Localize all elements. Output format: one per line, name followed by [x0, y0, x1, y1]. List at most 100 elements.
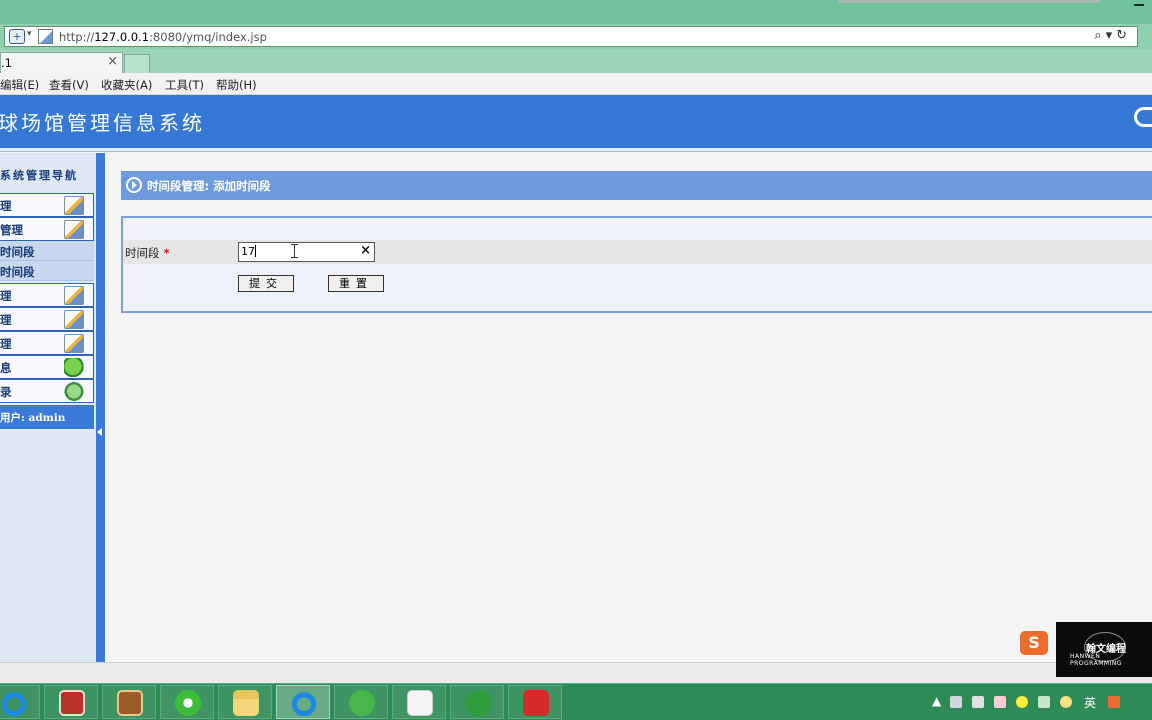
new-tab-button[interactable]	[124, 54, 150, 73]
edit-icon	[64, 286, 84, 305]
green-circle-icon	[349, 690, 375, 716]
tray-plus-icon[interactable]	[1016, 696, 1028, 708]
menu-help[interactable]: 帮助(H)	[216, 77, 257, 93]
menu-favorites[interactable]: 收藏夹(A)	[101, 77, 152, 93]
input-method-icon[interactable]: S	[1020, 631, 1048, 655]
taskbar-app-red-book[interactable]	[44, 685, 98, 719]
network-icon[interactable]	[1038, 696, 1050, 708]
taskbar-java[interactable]	[392, 685, 446, 719]
java-icon	[407, 690, 433, 716]
ie-icon	[1, 690, 27, 716]
book-red-icon	[59, 690, 85, 716]
sidebar-item-4[interactable]: 理	[0, 307, 94, 331]
sidebar-heading: 系统管理导航	[0, 169, 78, 182]
sidebar-item-label: 理	[0, 337, 12, 351]
book-brown-icon	[117, 690, 143, 716]
paw-icon	[465, 690, 491, 716]
web-page: 球场馆管理信息系统 系统管理导航 理 管理 时间段 时间段 理 理 理 息 录 …	[0, 95, 1152, 683]
browser-green-icon	[175, 690, 201, 716]
system-tray: ▲ 英	[922, 684, 1152, 720]
sidebar-item-2[interactable]: 管理	[0, 217, 94, 241]
taskbar-app-cow[interactable]	[508, 685, 562, 719]
edit-icon	[64, 196, 84, 215]
sidebar-subitem-1[interactable]: 时间段	[0, 241, 94, 261]
sidebar: 系统管理导航 理 管理 时间段 时间段 理 理 理 息 录 用户: admin	[0, 153, 96, 665]
sidebar-subitem-2[interactable]: 时间段	[0, 261, 94, 281]
logo-icon	[1134, 107, 1152, 127]
sogou-icon[interactable]	[1108, 696, 1120, 708]
sidebar-splitter[interactable]	[96, 153, 105, 665]
url-text[interactable]: http://127.0.0.1:8080/ymq/index.jsp	[59, 29, 267, 45]
menu-edit[interactable]: 编辑(E)	[0, 77, 39, 93]
timeslot-value: 17	[241, 245, 255, 258]
sidebar-item-3[interactable]: 理	[0, 283, 94, 307]
clear-icon[interactable]: ×	[360, 242, 371, 260]
reset-button[interactable]: 重置	[328, 275, 384, 292]
close-icon[interactable]: ×	[107, 54, 118, 69]
status-bar	[0, 662, 1152, 683]
banner-divider	[0, 148, 1152, 152]
taskbar-app-paw[interactable]	[450, 685, 504, 719]
cow-icon	[523, 690, 549, 716]
breadcrumb: 时间段管理: 添加时间段	[121, 171, 1152, 200]
submit-button[interactable]: 提交	[238, 275, 294, 292]
watermark-subtitle: HANWEN PROGRAMMING	[1070, 653, 1122, 667]
app-title: 球场馆管理信息系统	[0, 111, 205, 135]
shield-icon[interactable]: +	[9, 29, 25, 44]
url-field[interactable]: + ▾ http://127.0.0.1:8080/ymq/index.jsp …	[4, 26, 1138, 47]
menu-view[interactable]: 查看(V)	[49, 77, 89, 93]
taskbar-app-green-browser[interactable]	[160, 685, 214, 719]
form-row-timeslot: 时间段 * 17 ×	[123, 240, 1152, 264]
tray-app-icon[interactable]	[950, 696, 962, 708]
sidebar-item-label: 理	[0, 289, 12, 303]
sidebar-item-7[interactable]: 录	[0, 379, 94, 403]
timeslot-label: 时间段 *	[125, 246, 170, 260]
taskbar-explorer[interactable]	[218, 685, 272, 719]
window-titlebar	[0, 0, 1152, 24]
page-icon	[38, 29, 53, 44]
taskbar: ▲ 英	[0, 683, 1152, 720]
sidebar-subitem-label: 时间段	[0, 265, 35, 279]
menu-tools[interactable]: 工具(T)	[165, 77, 204, 93]
sidebar-item-5[interactable]: 理	[0, 331, 94, 355]
edit-icon	[64, 334, 84, 353]
sidebar-item-label: 理	[0, 199, 12, 213]
text-cursor-icon	[291, 244, 298, 258]
sidebar-item-1[interactable]: 理	[0, 193, 94, 217]
sidebar-item-6[interactable]: 息	[0, 355, 94, 379]
app-banner: 球场馆管理信息系统	[0, 95, 1152, 148]
user-label: 用户: admin	[0, 412, 66, 424]
taskbar-ie-active[interactable]	[276, 685, 330, 719]
sidebar-subitem-label: 时间段	[0, 245, 35, 259]
timeslot-input[interactable]: 17 ×	[238, 242, 375, 262]
input-language[interactable]: 英	[1084, 694, 1096, 711]
tab-title: .1	[1, 56, 12, 70]
tab-active[interactable]: .1 ×	[0, 52, 123, 73]
edit-icon	[64, 220, 84, 239]
folder-icon	[233, 690, 259, 716]
edit-icon	[64, 310, 84, 329]
tab-row: .1 ×	[0, 49, 1152, 73]
address-bar: + ▾ http://127.0.0.1:8080/ymq/index.jsp …	[0, 24, 1152, 49]
tray-app-icon[interactable]	[972, 696, 984, 708]
minimize-icon[interactable]	[1134, 4, 1144, 6]
sidebar-item-label: 息	[0, 361, 12, 375]
arrow-icon	[64, 358, 84, 377]
overlay-bar	[838, 0, 1100, 3]
main-content: 时间段管理: 添加时间段 时间段 * 17 × 提交 重置	[105, 153, 1152, 683]
taskbar-app-brown-book[interactable]	[102, 685, 156, 719]
chevron-down-icon[interactable]: ▾	[27, 29, 32, 39]
tray-flag-icon[interactable]	[994, 696, 1006, 708]
taskbar-ie[interactable]	[0, 685, 40, 719]
collapse-arrow-icon[interactable]	[97, 428, 102, 436]
play-circle-icon	[126, 177, 142, 193]
tray-expand-icon[interactable]: ▲	[932, 694, 941, 708]
ie-icon	[291, 690, 317, 716]
add-form: 时间段 * 17 × 提交 重置	[121, 216, 1152, 313]
search-refresh-icons[interactable]: ⌕▾↻	[1094, 28, 1131, 43]
taskbar-app-green-circle[interactable]	[334, 685, 388, 719]
qq-icon[interactable]	[1060, 696, 1072, 708]
required-mark: *	[163, 246, 170, 260]
exit-icon	[64, 382, 84, 401]
sidebar-item-label: 管理	[0, 223, 23, 237]
